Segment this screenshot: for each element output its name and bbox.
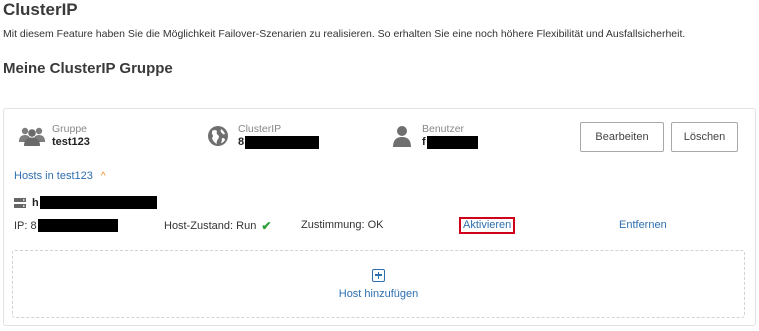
globe-icon — [204, 124, 232, 148]
host-consent: Zustimmung: OK — [301, 219, 384, 231]
group-info: Gruppe test123 — [18, 123, 90, 149]
hosts-toggle[interactable]: Hosts in test123 ^ — [14, 170, 106, 182]
user-label: Benutzer — [422, 123, 465, 135]
edit-button[interactable]: Bearbeiten — [580, 122, 664, 152]
activate-link[interactable]: Aktivieren — [459, 217, 516, 234]
add-host-button[interactable]: Host hinzufügen — [12, 250, 745, 318]
host-name-row: h — [14, 196, 157, 209]
activate-link-wrapper: Aktivieren — [459, 217, 516, 234]
host-name: h — [32, 196, 39, 209]
plus-icon — [372, 268, 385, 282]
redacted-block — [426, 135, 478, 149]
clusterip-info: ClusterIP 8 — [204, 123, 320, 149]
group-value: test123 — [52, 136, 90, 148]
clusterip-value: 8 — [238, 135, 320, 149]
host-ip: IP: 8 — [14, 219, 118, 232]
server-icon — [14, 197, 26, 208]
redacted-block — [39, 196, 157, 209]
chevron-up-icon: ^ — [100, 170, 106, 182]
check-icon: ✔ — [261, 219, 272, 233]
remove-link-wrapper: Entfernen — [619, 219, 667, 231]
group-label: Gruppe — [52, 123, 88, 135]
clusterip-group-card: Gruppe test123 ClusterIP 8 Benutzer f Be… — [3, 108, 756, 326]
user-value: f — [422, 135, 478, 149]
redacted-block — [245, 135, 320, 149]
remove-link[interactable]: Entfernen — [619, 219, 667, 231]
delete-button[interactable]: Löschen — [671, 122, 738, 152]
page-description: Mit diesem Feature haben Sie die Möglich… — [3, 28, 686, 40]
host-state: Host-Zustand: Run ✔ — [164, 219, 272, 233]
user-icon — [388, 124, 416, 148]
users-icon — [18, 124, 46, 148]
user-info: Benutzer f — [388, 123, 478, 149]
hosts-toggle-label: Hosts in test123 — [14, 170, 93, 182]
add-host-label: Host hinzufügen — [338, 287, 419, 300]
group-heading: Meine ClusterIP Gruppe — [3, 60, 173, 77]
page-title: ClusterIP — [3, 0, 78, 19]
redacted-block — [37, 219, 118, 232]
clusterip-label: ClusterIP — [238, 123, 282, 135]
